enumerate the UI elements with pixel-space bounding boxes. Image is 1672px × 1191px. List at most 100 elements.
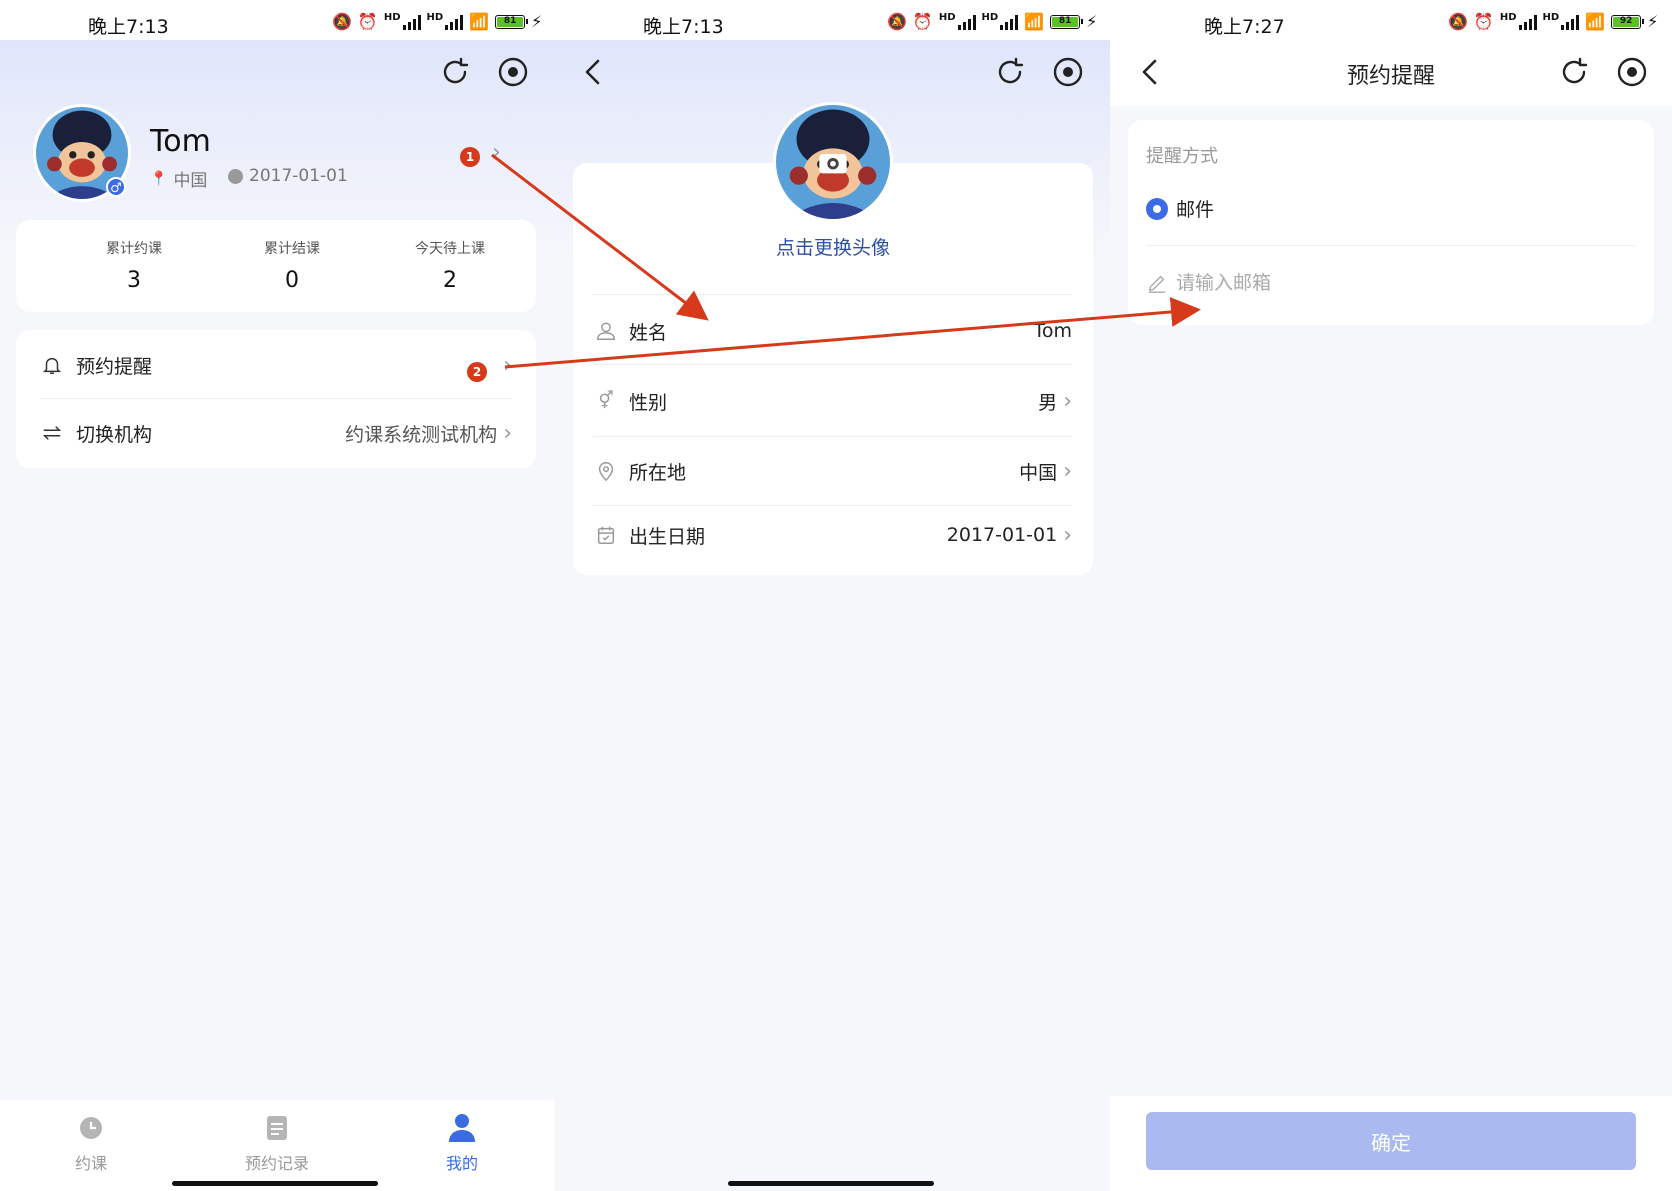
status-bar: 晚上7:27 🔕 ⏰ HD HD 📶 92 ⚡ bbox=[1110, 0, 1672, 40]
status-time: 晚上7:27 bbox=[1204, 16, 1285, 38]
stat-completed: 累计结课 0 bbox=[264, 241, 320, 293]
signal-icon bbox=[1518, 14, 1537, 30]
refresh-icon[interactable] bbox=[438, 55, 472, 89]
home-indicator bbox=[172, 1181, 378, 1186]
radio-email[interactable]: 邮件 bbox=[1146, 195, 1214, 222]
email-field[interactable] bbox=[1146, 272, 1476, 294]
user-icon bbox=[449, 1114, 475, 1142]
email-input[interactable] bbox=[1176, 272, 1476, 294]
hd-label: HD bbox=[981, 11, 999, 23]
chevron-right-icon: › bbox=[1063, 458, 1072, 484]
hd-label: HD bbox=[938, 11, 956, 23]
user-outline-icon bbox=[593, 318, 619, 344]
form-row-gender[interactable]: ⚥ 性别 男 › bbox=[593, 366, 1072, 436]
gender-value: 男 bbox=[1038, 391, 1058, 414]
alarm-icon: ⏰ bbox=[912, 12, 933, 31]
chevron-right-icon: › bbox=[1063, 522, 1072, 548]
reminder-screen: 晚上7:27 🔕 ⏰ HD HD 📶 92 ⚡ 预约提醒 提醒方式 邮件 确定 bbox=[1110, 0, 1672, 1191]
signal-icon bbox=[402, 14, 421, 30]
edit-profile-screen: 晚上7:13 🔕 ⏰ HD HD 📶 81 ⚡ 点击更换头像 姓名 Tom ⚥ … bbox=[555, 0, 1110, 1191]
alarm-icon: ⏰ bbox=[357, 12, 378, 31]
charging-icon: ⚡ bbox=[1086, 12, 1098, 31]
tab-bar: 约课 预约记录 我的 bbox=[0, 1100, 555, 1191]
hd-label: HD bbox=[1499, 11, 1517, 23]
back-icon[interactable] bbox=[577, 55, 611, 89]
signal-icon bbox=[1561, 14, 1580, 30]
mute-icon: 🔕 bbox=[332, 12, 352, 31]
stat-booked: 累计约课 3 bbox=[106, 241, 162, 293]
divider bbox=[593, 294, 1072, 295]
section-title: 提醒方式 bbox=[1146, 146, 1218, 167]
record-icon[interactable] bbox=[1615, 55, 1649, 89]
org-value: 约课系统测试机构 bbox=[345, 423, 498, 446]
status-time: 晚上7:13 bbox=[88, 16, 169, 38]
avatar-upload[interactable] bbox=[773, 102, 893, 222]
divider bbox=[40, 398, 512, 399]
bell-icon bbox=[40, 353, 64, 377]
profile-chevron-right-icon[interactable]: › bbox=[492, 140, 501, 165]
status-icons: 🔕 ⏰ HD HD 📶 81 ⚡ bbox=[332, 11, 542, 31]
annotation-badge-2: 2 bbox=[467, 362, 487, 382]
location-pin-icon bbox=[593, 458, 619, 484]
change-avatar-link[interactable]: 点击更换头像 bbox=[733, 233, 933, 260]
confirm-button[interactable]: 确定 bbox=[1146, 1112, 1636, 1170]
home-indicator bbox=[728, 1181, 934, 1186]
wifi-icon: 📶 bbox=[469, 12, 490, 31]
signal-icon bbox=[445, 14, 464, 30]
radio-selected-icon bbox=[1146, 197, 1168, 220]
tab-booking[interactable]: 约课 bbox=[31, 1112, 151, 1174]
tab-mine[interactable]: 我的 bbox=[402, 1112, 522, 1174]
clock-icon bbox=[228, 168, 243, 184]
record-icon[interactable] bbox=[496, 55, 530, 89]
name-value: Tom bbox=[1033, 320, 1072, 342]
menu-card: 预约提醒 › 切换机构 约课系统测试机构 › bbox=[16, 330, 536, 468]
form-row-location[interactable]: 所在地 中国 › bbox=[593, 436, 1072, 506]
alarm-clock-icon bbox=[80, 1117, 102, 1139]
record-icon[interactable] bbox=[1051, 55, 1085, 89]
gender-male-icon: ♂ bbox=[106, 177, 126, 197]
switch-arrows-icon bbox=[40, 421, 64, 445]
chevron-right-icon: › bbox=[1063, 388, 1072, 414]
clipboard-icon bbox=[267, 1116, 287, 1140]
status-icons: 🔕 ⏰ HD HD 📶 81 ⚡ bbox=[887, 11, 1098, 31]
annotation-badge-1: 1 bbox=[460, 147, 480, 167]
chevron-right-icon: › bbox=[503, 352, 512, 378]
status-icons: 🔕 ⏰ HD HD 📶 92 ⚡ bbox=[1448, 11, 1659, 31]
stat-today: 今天待上课 2 bbox=[415, 241, 485, 293]
hd-label: HD bbox=[426, 11, 444, 23]
refresh-icon[interactable] bbox=[993, 55, 1027, 89]
menu-item-switch-org[interactable]: 切换机构 约课系统测试机构 › bbox=[16, 400, 536, 466]
gender-icon: ⚥ bbox=[598, 391, 614, 411]
calendar-icon bbox=[593, 522, 619, 548]
profile-birthday: 2017-01-01 bbox=[228, 166, 348, 186]
alarm-icon: ⏰ bbox=[1473, 12, 1494, 31]
battery-icon: 81 bbox=[495, 15, 529, 29]
status-bar: 晚上7:13 🔕 ⏰ HD HD 📶 81 ⚡ bbox=[555, 0, 1110, 40]
charging-icon: ⚡ bbox=[1647, 12, 1659, 31]
wifi-icon: 📶 bbox=[1585, 12, 1606, 31]
stats-card: 累计约课 3 累计结课 0 今天待上课 2 bbox=[16, 220, 536, 312]
back-icon[interactable] bbox=[1134, 55, 1168, 89]
chevron-right-icon: › bbox=[503, 420, 512, 446]
mute-icon: 🔕 bbox=[1448, 12, 1468, 31]
location-value: 中国 bbox=[1019, 461, 1058, 484]
menu-item-reminder[interactable]: 预约提醒 › bbox=[16, 332, 536, 398]
hd-label: HD bbox=[1542, 11, 1560, 23]
status-time: 晚上7:13 bbox=[643, 16, 724, 38]
location-pin-icon: 📍 bbox=[150, 170, 168, 187]
status-bar: 晚上7:13 🔕 ⏰ HD HD 📶 81 ⚡ bbox=[0, 0, 555, 40]
profile-name: Tom bbox=[150, 124, 211, 159]
profile-screen: 晚上7:13 🔕 ⏰ HD HD 📶 81 ⚡ ♂ Tom 📍 中国 2017-… bbox=[0, 0, 555, 1191]
hd-label: HD bbox=[383, 11, 401, 23]
tab-records[interactable]: 预约记录 bbox=[217, 1112, 337, 1174]
wifi-icon: 📶 bbox=[1024, 12, 1045, 31]
refresh-icon[interactable] bbox=[1557, 55, 1591, 89]
battery-icon: 92 bbox=[1611, 15, 1645, 29]
form-row-name[interactable]: 姓名 Tom bbox=[593, 296, 1072, 366]
divider bbox=[593, 364, 1072, 365]
signal-icon bbox=[957, 14, 976, 30]
page-title: 预约提醒 bbox=[1346, 64, 1435, 89]
form-row-birthday[interactable]: 出生日期 2017-01-01 › bbox=[593, 500, 1072, 570]
pencil-icon bbox=[1148, 275, 1166, 293]
signal-icon bbox=[1000, 14, 1019, 30]
